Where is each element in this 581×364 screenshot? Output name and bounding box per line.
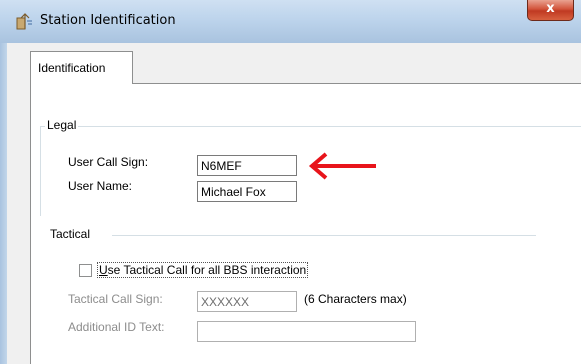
use-tactical-call-label[interactable]: Use Tactical Call for all BBS interactio… <box>97 262 309 278</box>
user-call-sign-label: User Call Sign: <box>68 155 149 169</box>
red-arrow-icon <box>308 152 376 180</box>
user-name-label: User Name: <box>68 179 133 193</box>
tactical-call-sign-input[interactable]: XXXXXX <box>197 291 297 312</box>
checkbox-mnemonic: U <box>99 263 108 277</box>
tactical-call-sign-hint: (6 Characters max) <box>304 292 407 306</box>
user-call-sign-input[interactable]: N6MEF <box>197 155 297 176</box>
additional-id-text-label: Additional ID Text: <box>68 320 165 334</box>
title-bar[interactable]: Station Identification x <box>0 0 581 43</box>
station-identification-window: Station Identification x Identification … <box>0 0 581 364</box>
tactical-group-divider <box>112 235 536 236</box>
legal-group-legend: Legal <box>45 118 79 132</box>
tab-label: Identification <box>38 61 106 75</box>
window-title: Station Identification <box>40 13 176 28</box>
close-button[interactable]: x <box>527 0 574 21</box>
close-icon: x <box>546 1 555 16</box>
window-border <box>0 43 7 364</box>
checkbox-label-text: se Tactical Call for all BBS interaction <box>107 263 307 277</box>
tab-identification[interactable]: Identification <box>30 51 133 84</box>
use-tactical-call-checkbox[interactable] <box>79 264 92 277</box>
app-icon <box>16 13 32 30</box>
tactical-call-sign-label: Tactical Call Sign: <box>68 292 163 306</box>
tactical-group-legend: Tactical <box>50 227 91 241</box>
user-name-input[interactable]: Michael Fox <box>197 181 297 202</box>
additional-id-text-input[interactable] <box>197 321 416 342</box>
